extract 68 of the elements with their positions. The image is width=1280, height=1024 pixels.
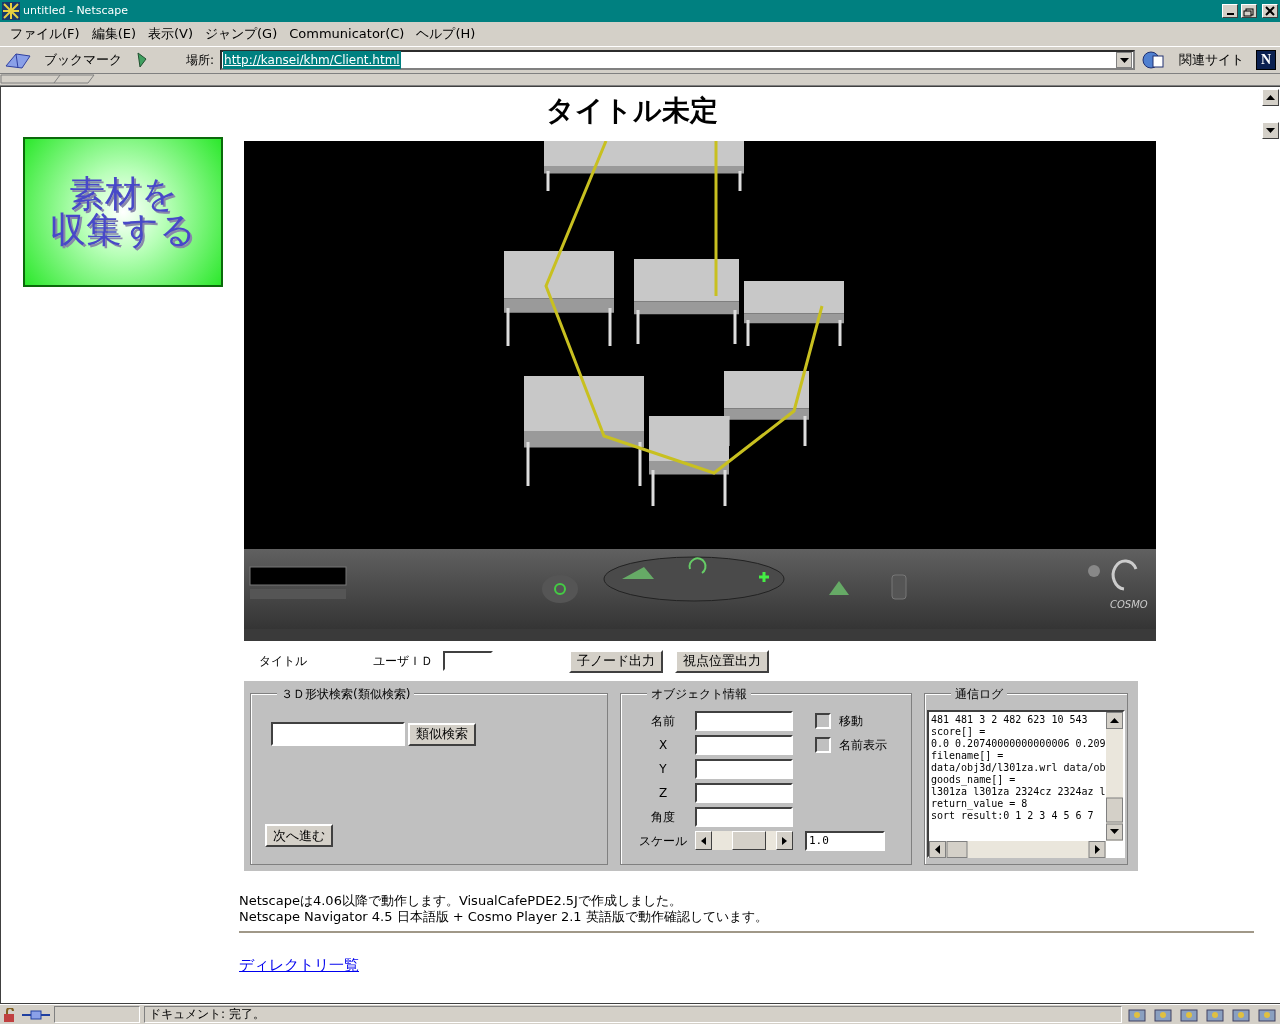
checkbox-label: 移動 (839, 712, 863, 730)
field-label: Z (657, 784, 669, 802)
output-button[interactable]: 視点位置出力 (675, 649, 769, 673)
scale-value-field[interactable]: 1.0 (805, 830, 885, 851)
scale-thumb[interactable] (731, 831, 766, 850)
minimize-icon (1226, 13, 1234, 15)
note-text: Netscapeは4.06以降で動作します。VisualCafePDE2.5Jで作成しました。 (239, 893, 683, 909)
similarity-search-field[interactable] (271, 722, 405, 746)
next-button[interactable]: 次へ進む (265, 824, 333, 847)
checkbox[interactable] (815, 712, 831, 729)
scale-scrollbar[interactable] (695, 831, 793, 850)
scroll-up-button[interactable] (1262, 89, 1279, 106)
group-legend: 通信ログ (951, 685, 1007, 703)
user-id-label: ユーザＩＤ (373, 653, 433, 670)
close-button[interactable] (1262, 4, 1278, 18)
object-field[interactable] (695, 782, 793, 803)
right-arrow-icon (782, 836, 787, 845)
down-arrow-icon (1266, 128, 1275, 133)
scroll-down-button[interactable] (1262, 122, 1279, 139)
group-legend: ３Ｄ形状検索(類似検索) (277, 685, 415, 703)
field-label: 角度 (650, 808, 676, 826)
scroll-left-button[interactable] (695, 831, 712, 850)
up-arrow-icon (1266, 95, 1275, 100)
banner-text: 収集する (50, 212, 196, 248)
restore-icon (1242, 5, 1256, 17)
log-text: 481 481 3 2 482 623 10 543 score[] = 0.0 0.20740000000000006 0.209 filename[] = data/obj3d/l301za.wrl data/ob goods_name[] = l301za l301za 2324cz 2324az l return_value = 8 sort result:0 1 2 3 4 5 6 7 (930, 713, 1106, 823)
object-field[interactable] (695, 734, 793, 755)
field-label: Y (658, 760, 668, 778)
left-arrow-icon (701, 836, 706, 845)
restore-button[interactable] (1241, 4, 1257, 18)
caret-icon (1119, 57, 1129, 63)
app-icon (2, 2, 20, 20)
bookmarks-button[interactable]: ブックマーク (38, 48, 128, 72)
field-label: 名前 (650, 712, 676, 730)
collect-materials-banner[interactable]: 素材を 収集する (23, 137, 223, 287)
output-button[interactable]: 子ノード出力 (569, 649, 663, 673)
dropdown-button[interactable] (1116, 52, 1132, 68)
page-heading: タイトル未定 (544, 93, 719, 129)
url-field[interactable]: http://kansei/khm/Client.html (220, 50, 1135, 70)
minimize-button[interactable] (1222, 4, 1238, 18)
object-field[interactable] (695, 758, 793, 779)
location-label: 場所: (186, 52, 215, 69)
netscape-logo: N (1256, 50, 1276, 70)
note-text: Netscape Navigator 4.5 日本語版 + Cosmo Player 2.1 英語版で動作確認しています。 (239, 909, 769, 925)
checkbox[interactable] (815, 736, 831, 753)
object-field[interactable] (695, 806, 793, 827)
scale-label: スケール (638, 832, 688, 850)
title-label: タイトル (259, 653, 307, 670)
menu-item[interactable]: ジャンプ(G) (199, 22, 284, 46)
directory-list-link[interactable]: ディレクトリ一覧 (239, 954, 359, 977)
checkbox-label: 名前表示 (839, 736, 887, 754)
similar-search-button[interactable]: 類似検索 (408, 722, 476, 746)
field-label: X (657, 736, 669, 754)
menu-item[interactable]: ファイル(F) (4, 22, 86, 46)
banner-text: 素材を (68, 176, 178, 212)
player-brand-text: COSMO (1110, 598, 1148, 612)
related-sites-button[interactable]: 関連サイト (1173, 48, 1250, 72)
menu-item[interactable]: Communicator(C) (283, 22, 411, 46)
close-icon (1263, 5, 1277, 17)
object-field[interactable] (695, 710, 793, 731)
status-text: ドキュメント: 完了。 (144, 1006, 1122, 1023)
scroll-right-button[interactable] (776, 831, 793, 850)
menu-item[interactable]: ヘルプ(H) (410, 22, 482, 46)
connection-icon (22, 1008, 50, 1021)
window-title: untitled - Netscape (23, 2, 129, 19)
menu-item[interactable]: 表示(V) (142, 22, 200, 46)
group-legend: オブジェクト情報 (647, 685, 751, 703)
menu-item[interactable]: 編集(E) (85, 22, 142, 46)
